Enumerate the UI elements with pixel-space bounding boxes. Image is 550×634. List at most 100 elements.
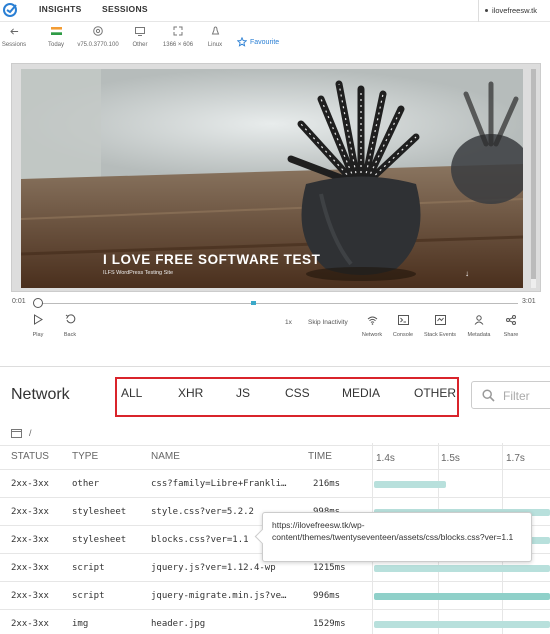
session-player: I LOVE FREE SOFTWARE TEST ILFS WordPress… xyxy=(0,63,550,346)
row-time: 1215ms xyxy=(313,563,346,573)
timeline-track[interactable] xyxy=(37,303,518,304)
rewind-icon xyxy=(65,314,75,324)
tab-sessions[interactable]: SESSIONS xyxy=(102,4,148,14)
row-name: css?family=Libre+Frankli… xyxy=(151,479,287,489)
current-time: 0:01 xyxy=(12,298,26,305)
metadata-button[interactable]: Metadata xyxy=(466,312,492,338)
filter-tab-media[interactable]: MEDIA xyxy=(342,386,380,400)
row-type: script xyxy=(72,591,105,601)
back-label: Back xyxy=(63,332,77,338)
back-label: Sessions xyxy=(1,42,27,48)
share-label: Share xyxy=(503,332,519,338)
back-button[interactable]: Back xyxy=(60,312,80,338)
hero-subtitle: ILFS WordPress Testing Site xyxy=(103,270,174,276)
row-name: header.jpg xyxy=(151,619,206,629)
network-label: Network xyxy=(361,332,383,338)
replay-frame: I LOVE FREE SOFTWARE TEST ILFS WordPress… xyxy=(11,63,541,292)
play-label: Play xyxy=(32,332,44,338)
network-panel-button[interactable]: Network xyxy=(360,312,384,338)
share-button[interactable]: Share xyxy=(500,312,522,338)
browser-version-label: v75.0.3770.100 xyxy=(77,42,119,48)
user-icon xyxy=(474,315,484,325)
waterfall-tick: 1.4s xyxy=(376,453,395,464)
screen-resolution: 1366 × 606 xyxy=(158,24,198,48)
device-type: Other xyxy=(128,24,152,48)
stack-events-button[interactable]: Stack Events xyxy=(423,312,457,338)
filter-tab-other[interactable]: OTHER xyxy=(414,386,456,400)
row-status: 2xx-3xx xyxy=(11,591,49,601)
operating-system-label: Linux xyxy=(207,42,223,48)
timeline-event-marker[interactable] xyxy=(251,301,256,305)
breadcrumb-path: / xyxy=(29,428,32,438)
row-type: script xyxy=(72,563,105,573)
account-menu[interactable]: ilovefreesw.tk xyxy=(478,0,550,22)
top-nav: INSIGHTS SESSIONS ilovefreesw.tk xyxy=(0,0,550,22)
screen-resolution-label: 1366 × 606 xyxy=(162,42,194,48)
row-status: 2xx-3xx xyxy=(11,563,49,573)
filter-placeholder: Filter xyxy=(503,389,530,403)
back-to-sessions-button[interactable]: Sessions xyxy=(0,24,28,48)
linux-icon xyxy=(211,26,219,35)
replay-scrollbar-thumb[interactable] xyxy=(531,69,536,279)
playback-speed-button[interactable]: 1x xyxy=(285,319,292,326)
filter-tab-xhr[interactable]: XHR xyxy=(178,386,203,400)
column-time[interactable]: TIME xyxy=(308,451,332,462)
row-time: 216ms xyxy=(313,479,341,489)
hero-title: I LOVE FREE SOFTWARE TEST xyxy=(103,252,321,267)
replay-viewport: I LOVE FREE SOFTWARE TEST ILFS WordPress… xyxy=(21,69,523,288)
row-type: other xyxy=(72,479,100,489)
url-tooltip: https://ilovefreesw.tk/wp-content/themes… xyxy=(262,512,532,562)
row-name: jquery.js?ver=1.12.4-wp xyxy=(151,563,276,573)
waterfall-bar xyxy=(374,593,550,600)
session-info-row: Sessions Today v75.0.3770.100 Other 1366… xyxy=(0,24,550,58)
waterfall-tick: 1.7s xyxy=(506,453,525,464)
row-divider xyxy=(0,609,550,610)
chrome-icon xyxy=(93,26,103,36)
row-type: stylesheet xyxy=(72,535,127,545)
total-duration: 3:01 xyxy=(522,298,536,305)
share-icon xyxy=(506,315,516,325)
session-date: Today xyxy=(43,24,69,48)
filter-tab-css[interactable]: CSS xyxy=(285,386,310,400)
playback-timeline: 0:01 3:01 xyxy=(0,295,550,311)
filter-tab-all[interactable]: ALL xyxy=(121,386,142,400)
row-status: 2xx-3xx xyxy=(11,507,49,517)
account-site-name: ilovefreesw.tk xyxy=(492,6,538,15)
status-dot-icon xyxy=(485,9,488,12)
row-divider xyxy=(0,581,550,582)
waterfall-tick: 1.5s xyxy=(441,453,460,464)
network-panel: Network ALL XHR JS CSS MEDIA OTHER Filte… xyxy=(0,366,550,634)
timeline-scrubber[interactable] xyxy=(33,298,43,308)
row-name: jquery-migrate.min.js?ve… xyxy=(151,591,287,601)
console-panel-button[interactable]: Console xyxy=(391,312,415,338)
play-icon xyxy=(34,314,43,325)
column-status[interactable]: STATUS xyxy=(11,451,49,462)
logo-icon[interactable] xyxy=(2,2,18,18)
monitor-icon xyxy=(135,26,145,36)
replay-scrollbar[interactable] xyxy=(531,69,536,288)
session-date-label: Today xyxy=(47,42,64,48)
breadcrumb: / xyxy=(11,428,32,438)
favourite-button[interactable]: Favourite xyxy=(237,37,279,47)
row-time: 1529ms xyxy=(313,619,346,629)
column-type[interactable]: TYPE xyxy=(72,451,98,462)
operating-system: Linux xyxy=(205,24,225,48)
scroll-down-icon: ↓ xyxy=(465,269,469,278)
favourite-label: Favourite xyxy=(250,38,280,46)
filter-tab-js[interactable]: JS xyxy=(236,386,250,400)
filter-search-input[interactable]: Filter xyxy=(471,381,550,409)
play-button[interactable]: Play xyxy=(28,312,48,338)
star-icon xyxy=(237,37,247,47)
wifi-icon xyxy=(367,316,377,325)
row-type: img xyxy=(72,619,89,629)
row-status: 2xx-3xx xyxy=(11,535,49,545)
tab-insights[interactable]: INSIGHTS xyxy=(39,4,82,14)
network-title: Network xyxy=(11,386,70,403)
skip-inactivity-toggle[interactable]: Skip Inactivity xyxy=(308,319,348,326)
console-icon xyxy=(397,315,409,325)
row-name: style.css?ver=5.2.2 xyxy=(151,507,254,517)
flag-icon xyxy=(50,27,62,35)
column-name[interactable]: NAME xyxy=(151,451,180,462)
waterfall-bar xyxy=(374,481,446,488)
waterfall-bar xyxy=(374,621,550,628)
